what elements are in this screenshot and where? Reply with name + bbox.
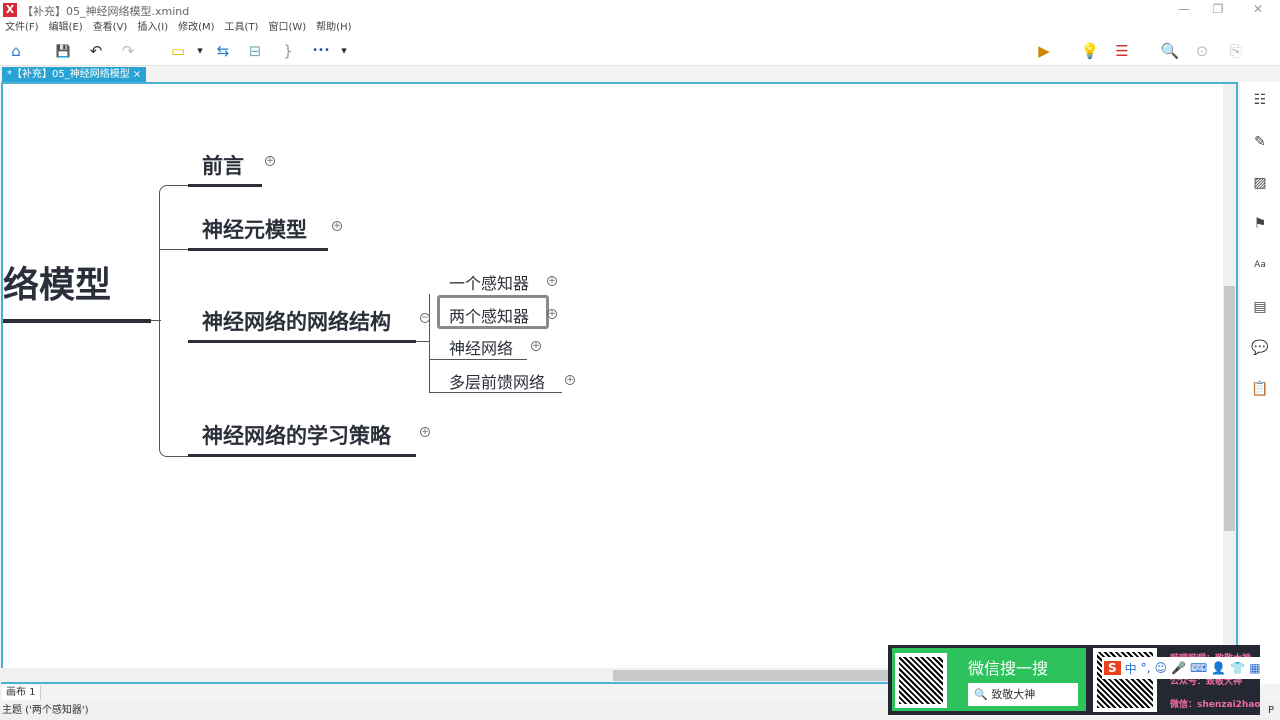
boundary-icon[interactable]: ⊟ <box>245 42 265 60</box>
menu-insert[interactable]: 插入(I) <box>137 20 168 36</box>
home-icon[interactable]: ⌂ <box>6 42 26 60</box>
menu-modify[interactable]: 修改(M) <box>178 20 214 36</box>
editor-tabs: *【补充】05_神经网络模型 × <box>0 66 1280 82</box>
sogou-logo-icon[interactable]: S <box>1104 661 1121 675</box>
subtopic-one-perceptron[interactable]: 一个感知器 <box>449 270 529 294</box>
topic-network-structure[interactable]: 神经网络的网络结构 <box>202 306 391 336</box>
document-tab-label: *【补充】05_神经网络模型 <box>7 69 130 80</box>
subtopic-multilayer-feedforward[interactable]: 多层前馈网络 <box>449 369 545 393</box>
share-icon[interactable]: ⊙ <box>1192 42 1212 60</box>
menu-file[interactable]: 文件(F) <box>5 20 39 36</box>
keyboard-icon[interactable]: ⌨ <box>1190 661 1207 675</box>
save-icon[interactable]: 💾 <box>53 42 73 60</box>
wechat-search-title: 微信搜一搜 <box>968 659 1049 678</box>
topic-underline <box>188 184 262 187</box>
vertical-scroll-thumb[interactable] <box>1224 286 1235 531</box>
gantt-icon[interactable]: ☰ <box>1112 42 1132 60</box>
format-brush-icon[interactable]: ✎ <box>1250 134 1270 150</box>
right-sidebar: ☷ ✎ ▨ ⚑ Aa ▤ 💬 📋 <box>1240 82 1280 684</box>
menu-help[interactable]: 帮助(H) <box>316 20 351 36</box>
subtopic-connector <box>416 341 430 342</box>
undo-icon[interactable]: ↶ <box>86 42 106 60</box>
horizontal-scroll-thumb[interactable] <box>613 670 889 681</box>
topic-neuron-model[interactable]: 神经元模型 <box>202 214 307 244</box>
topic-underline <box>188 340 416 343</box>
ime-punct-toggle[interactable]: °, <box>1141 661 1151 675</box>
topic-underline <box>188 248 328 251</box>
menu-edit[interactable]: 编辑(E) <box>49 20 83 36</box>
window-title: 【补充】05_神经网络模型.xmind <box>22 5 190 18</box>
expand-icon[interactable]: + <box>547 276 557 286</box>
chevron-down-icon[interactable]: ▾ <box>190 42 210 60</box>
microphone-icon[interactable]: 🎤 <box>1171 661 1186 675</box>
summary-icon[interactable]: } <box>278 42 298 60</box>
weixin-text: 微信：shenzai2hao <box>1170 700 1261 710</box>
subtopic-underline <box>429 392 562 393</box>
menu-window[interactable]: 窗口(W) <box>268 20 306 36</box>
status-right: P <box>1268 705 1275 716</box>
expand-icon[interactable]: + <box>265 156 275 166</box>
apps-icon[interactable]: ▦ <box>1249 661 1260 675</box>
presentation-icon[interactable]: ▶ <box>1034 42 1054 60</box>
branch-connector <box>159 249 189 250</box>
image-icon[interactable]: ▨ <box>1250 175 1270 191</box>
search-box-text: 致敬大神 <box>991 688 1036 701</box>
central-underline <box>3 319 151 323</box>
expand-icon[interactable]: + <box>332 221 342 231</box>
xmind-logo-icon: X <box>3 3 17 17</box>
branch-connector <box>159 185 189 457</box>
subtopic-two-perceptrons[interactable]: 两个感知器 <box>449 303 529 327</box>
idea-icon[interactable]: 💡 <box>1080 42 1100 60</box>
menu-tools[interactable]: 工具(T) <box>225 20 259 36</box>
more-icon[interactable]: ••• <box>311 42 331 60</box>
user-icon[interactable]: 👤 <box>1211 661 1226 675</box>
expand-icon[interactable]: + <box>531 341 541 351</box>
ime-toolbar: S 中 °, ☺ 🎤 ⌨ 👤 👕 ▦ <box>1102 657 1272 679</box>
relationship-icon[interactable]: ⇆ <box>213 42 233 60</box>
document-tab[interactable]: *【补充】05_神经网络模型 × <box>2 67 147 82</box>
export-icon[interactable]: ⎘ <box>1226 42 1246 60</box>
sheet-tab[interactable]: 画布 1 <box>2 685 41 700</box>
redo-icon[interactable]: ↷ <box>118 42 138 60</box>
topic-preface[interactable]: 前言 <box>202 150 244 180</box>
sheet-tabs: 画布 1 <box>0 684 890 700</box>
skin-icon[interactable]: 👕 <box>1230 661 1245 675</box>
comments-icon[interactable]: 💬 <box>1250 340 1270 356</box>
status-text: 主题 ('两个感知器') <box>2 705 89 716</box>
qr-code-image <box>895 653 947 708</box>
more-dropdown-icon[interactable]: ▾ <box>334 42 354 60</box>
topic-icon[interactable]: ▭ <box>168 42 188 60</box>
topic-learning-strategy[interactable]: 神经网络的学习策略 <box>202 420 391 450</box>
toolbar: ⌂ 💾 ↶ ↷ ▭ ▾ ⇆ ⊟ } ••• ▾ ▶ 💡 ☰ 🔍 ⊙ ⎘ <box>0 36 1280 66</box>
subtopic-underline <box>429 359 527 360</box>
title-bar: X 【补充】05_神经网络模型.xmind — ❐ ✕ <box>0 0 1280 20</box>
expand-icon[interactable]: + <box>547 309 557 319</box>
close-tab-icon[interactable]: × <box>133 69 141 80</box>
subtopic-neural-network[interactable]: 神经网络 <box>449 335 513 359</box>
expand-icon[interactable]: + <box>565 375 575 385</box>
wechat-search-box: 🔍 致敬大神 <box>968 683 1078 706</box>
emoji-icon[interactable]: ☺ <box>1155 661 1168 675</box>
task-icon[interactable]: 📋 <box>1250 381 1270 397</box>
ime-lang-toggle[interactable]: 中 <box>1125 660 1137 677</box>
search-icon[interactable]: 🔍 <box>1160 42 1180 60</box>
restore-button[interactable]: ❐ <box>1210 2 1226 16</box>
notes-icon[interactable]: ▤ <box>1250 299 1270 315</box>
close-button[interactable]: ✕ <box>1250 2 1266 16</box>
style-icon[interactable]: Aa <box>1250 260 1270 270</box>
outline-icon[interactable]: ☷ <box>1250 92 1270 108</box>
subtopic-connector <box>429 294 430 393</box>
branch-connector <box>151 320 161 321</box>
menu-bar: 文件(F) 编辑(E) 查看(V) 插入(I) 修改(M) 工具(T) 窗口(W… <box>0 20 1280 36</box>
marker-flag-icon[interactable]: ⚑ <box>1250 216 1270 232</box>
topic-underline <box>188 454 416 457</box>
central-topic[interactable]: 络模型 <box>3 256 111 308</box>
minimize-button[interactable]: — <box>1176 2 1192 16</box>
mindmap-canvas[interactable]: 络模型 前言 + 神经元模型 + 神经网络的网络结构 − 神经网络的学习策略 +… <box>1 82 1238 684</box>
menu-view[interactable]: 查看(V) <box>93 20 128 36</box>
expand-icon[interactable]: + <box>420 427 430 437</box>
